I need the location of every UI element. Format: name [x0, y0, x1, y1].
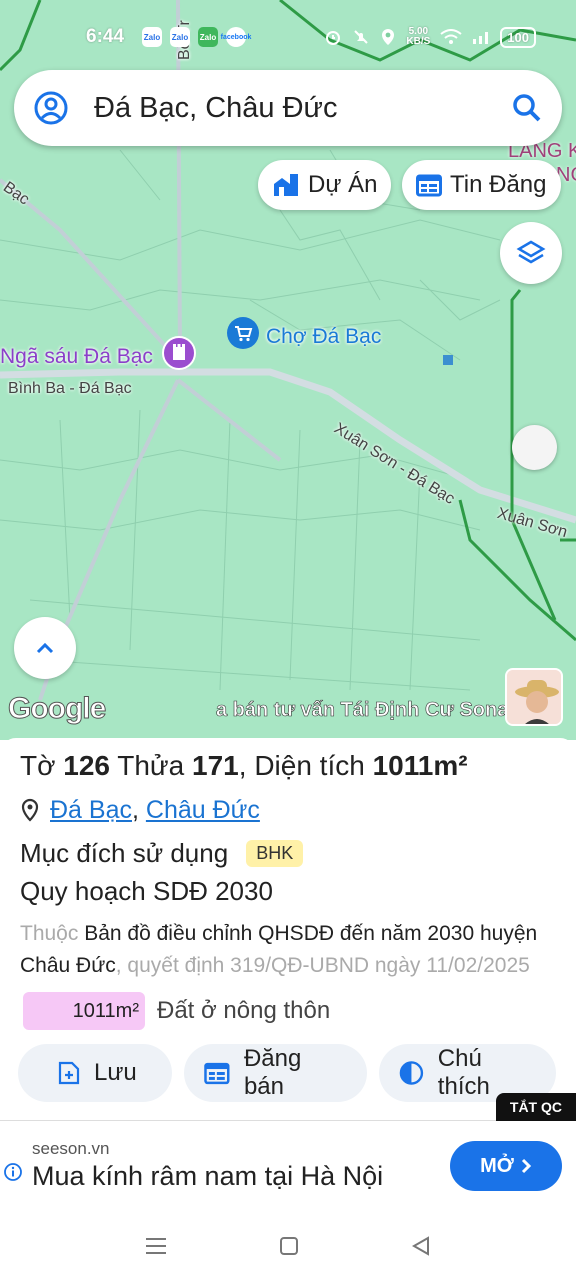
menu-icon[interactable] [144, 1236, 168, 1256]
map-slider-knob[interactable] [512, 425, 557, 470]
search-icon[interactable] [512, 93, 542, 123]
shopping-cart-icon [227, 317, 259, 349]
action-buttons: Lưu Đăng bán Chú thích [18, 1044, 556, 1102]
home-icon[interactable] [278, 1235, 300, 1257]
sheet-label: Tờ [20, 750, 56, 781]
district-link[interactable]: Châu Đức [146, 796, 260, 825]
ad-title: Mua kính râm nam tại Hà Nội [32, 1161, 384, 1191]
buildings-icon [274, 174, 298, 196]
save-button[interactable]: Lưu [18, 1044, 173, 1102]
status-bar: 6:44 Zalo Zalo Zalo facebook 5.00 KB/S 1… [0, 0, 576, 74]
market-poi-label[interactable]: Chợ Đá Bạc [266, 325, 381, 349]
area-label: Diện tích [254, 750, 365, 781]
promo-avatar[interactable] [505, 668, 563, 726]
listing-calendar-icon [416, 174, 442, 197]
network-speed: 5.00 KB/S [406, 27, 430, 47]
add-document-icon [58, 1061, 80, 1085]
chevron-right-icon [521, 1158, 531, 1174]
net-speed-unit: KB/S [406, 36, 431, 47]
expand-up-button[interactable] [14, 617, 76, 679]
road-label-binh-ba: Bình Ba - Đá Bạc [8, 380, 132, 397]
zalo-icon: Zalo [198, 27, 219, 47]
contrast-icon [399, 1061, 424, 1085]
location-pin-icon [21, 798, 39, 822]
ad-open-label: MỞ [480, 1154, 514, 1177]
zalo-icon: Zalo [170, 27, 191, 47]
wifi-icon [440, 29, 462, 44]
projects-chip[interactable]: Dự Án [258, 160, 392, 210]
back-icon[interactable] [410, 1235, 432, 1257]
listing-calendar-icon [204, 1062, 230, 1085]
ward-link[interactable]: Đá Bạc [50, 796, 132, 825]
search-bar[interactable]: Đá Bạc, Châu Đức [14, 70, 562, 146]
plan-title: Quy hoạch SDĐ 2030 [20, 876, 273, 906]
ad-banner[interactable]: seeson.vn Mua kính râm nam tại Hà Nội MỞ [0, 1120, 576, 1212]
plan-description: Thuộc Bản đồ điều chỉnh QHSDĐ đến năm 20… [20, 918, 556, 982]
account-icon[interactable] [34, 91, 68, 125]
mute-icon [354, 30, 369, 44]
ad-open-button[interactable]: MỞ [450, 1141, 562, 1191]
location-icon [382, 29, 395, 45]
market-poi[interactable] [226, 316, 260, 355]
close-ad-button[interactable]: TẮT QC [495, 1093, 576, 1121]
purpose-code-badge: BHK [246, 839, 304, 867]
person-avatar-icon [507, 670, 561, 724]
parcel-title: Tờ 126 Thửa 171, Diện tích 1011m² [20, 750, 468, 781]
zone-row[interactable]: 1011m² Đất ở nông thôn [20, 992, 556, 1030]
layers-icon [516, 240, 546, 264]
post-for-sale-label: Đăng bán [243, 1045, 302, 1100]
status-time: 6:44 [86, 26, 125, 47]
plot-label: Thửa [117, 750, 185, 781]
system-nav-bar [0, 1212, 576, 1280]
save-button-label: Lưu [94, 1059, 137, 1086]
search-text[interactable]: Đá Bạc, Châu Đức [94, 92, 512, 125]
parcel-info-sheet: Tờ 126 Thửa 171, Diện tích 1011m² Đá Bạc… [0, 738, 576, 1118]
status-app-icons: Zalo Zalo Zalo facebook [142, 27, 251, 47]
alarm-icon [326, 31, 341, 45]
belongs-prefix: Thuộc [20, 922, 79, 945]
battery-indicator: 100 [500, 26, 536, 48]
ad-source: seeson.vn [32, 1139, 110, 1158]
sheet-number: 126 [63, 750, 110, 781]
zalo-icon: Zalo [142, 27, 163, 47]
zone-name: Đất ở nông thôn [157, 997, 331, 1024]
area-value: 1011m² [372, 750, 468, 781]
layers-button[interactable] [500, 222, 562, 284]
google-logo: Google [7, 692, 106, 726]
zone-area: 1011m² [23, 992, 145, 1030]
junction-poi[interactable] [161, 335, 197, 376]
info-icon[interactable] [4, 1163, 22, 1181]
plot-number: 171 [192, 750, 239, 781]
signal-icon [473, 32, 489, 44]
projects-chip-label: Dự Án [308, 171, 378, 198]
listings-chip[interactable]: Tin Đăng [402, 160, 561, 210]
listings-chip-label: Tin Đăng [450, 171, 547, 198]
junction-poi-label[interactable]: Ngã sáu Đá Bạc [0, 345, 153, 369]
plan-decision: , quyết định 319/QĐ-UBND ngày 11/02/2025 [115, 954, 530, 977]
landmark-icon [162, 336, 196, 370]
ad-marquee-text: a bán tư vấn Tái Định Cư Sonad [216, 699, 506, 721]
land-purpose: Mục đích sử dụng BHK [20, 834, 556, 872]
post-for-sale-button[interactable]: Đăng bán [184, 1044, 367, 1102]
chevron-up-icon [36, 642, 54, 654]
purpose-label: Mục đích sử dụng [20, 837, 229, 868]
facebook-icon: facebook [221, 27, 251, 47]
parcel-location: Đá Bạc, Châu Đức [20, 792, 556, 828]
